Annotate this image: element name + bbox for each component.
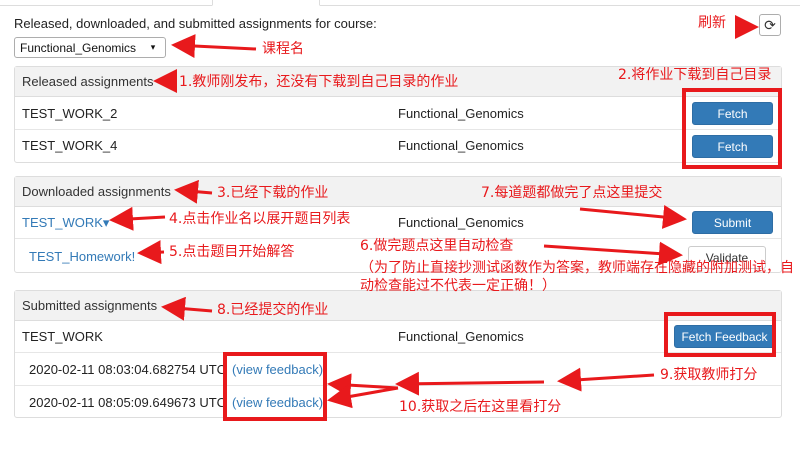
annotation-refresh: 刷新 (698, 15, 726, 31)
annotation-2: 2.将作业下载到自己目录 (618, 67, 772, 83)
annotation-9: 9.获取教师打分 (660, 367, 758, 383)
annotation-4: 4.点击作业名以展开题目列表 (169, 211, 351, 227)
annotation-1: 1.教师刚发布，还没有下载到自己目录的作业 (179, 74, 459, 90)
annotation-6: 6.做完题点这里自动检查 (360, 238, 514, 254)
annotation-10: 10.获取之后在这里看打分 (399, 399, 562, 415)
annotation-3: 3.已经下载的作业 (217, 185, 329, 201)
annotation-6-note: （为了防止直接抄测试函数作为答案，教师端存在隐藏的附加测试，自动检查能过不代表一… (360, 260, 794, 294)
annotation-5: 5.点击题目开始解答 (169, 244, 295, 260)
annotation-7: 7.每道题都做完了点这里提交 (481, 185, 663, 201)
annotation-course-name: 课程名 (262, 41, 304, 57)
annotation-8: 8.已经提交的作业 (217, 302, 329, 318)
